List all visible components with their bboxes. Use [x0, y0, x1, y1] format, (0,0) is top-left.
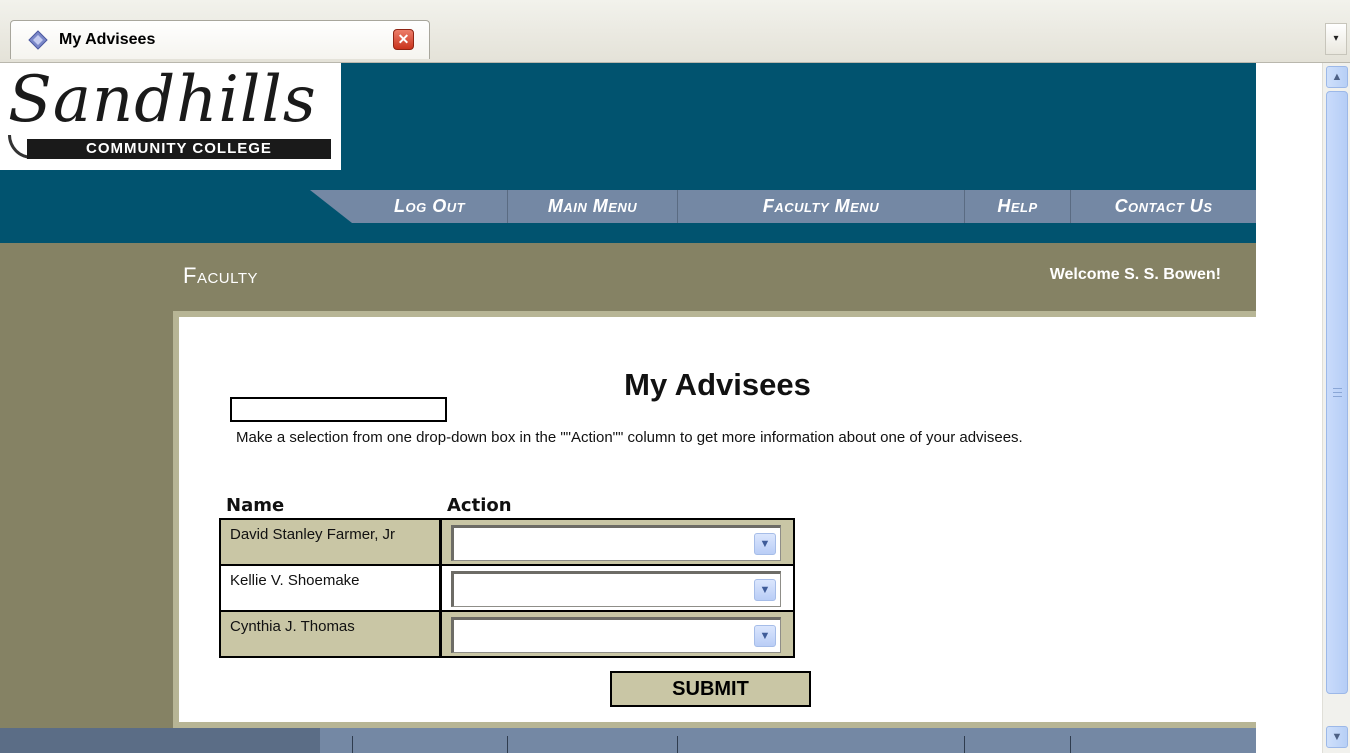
table-row: Kellie V. Shoemake ▼ [221, 566, 793, 612]
tab-list-chevron-icon[interactable]: ▾ [1325, 23, 1347, 55]
nav-log-out-link[interactable]: Log Out [352, 190, 507, 223]
footer-nav-left [0, 728, 320, 753]
welcome-message: Welcome S. S. Bowen! [1049, 266, 1221, 283]
advisee-name: Kellie V. Shoemake [221, 566, 442, 610]
column-header-action: Action [447, 495, 512, 516]
advisee-name: David Stanley Farmer, Jr [221, 520, 442, 564]
footer-divider [964, 736, 965, 753]
logo-script-text: Sandhills [8, 63, 317, 137]
redacted-box [230, 397, 447, 422]
nav-faculty-menu-link[interactable]: Faculty Menu [677, 190, 964, 223]
tab-title: My Advisees [59, 31, 156, 48]
footer-divider [1070, 736, 1071, 753]
advisees-table: David Stanley Farmer, Jr ▼ Kellie V. Sho… [219, 518, 795, 658]
footer-divider [507, 736, 508, 753]
content-panel: My Advisees Make a selection from one dr… [173, 311, 1256, 728]
action-select[interactable]: ▼ [451, 617, 781, 653]
nav-contact-us-link[interactable]: Contact Us [1070, 190, 1256, 223]
browser-tab[interactable]: My Advisees ✕ [10, 20, 430, 59]
footer-divider [352, 736, 353, 753]
college-logo[interactable]: Sandhills COMMUNITY COLLEGE [0, 63, 341, 170]
diamond-page-icon [28, 30, 48, 50]
advisee-name: Cynthia J. Thomas [221, 612, 442, 656]
action-select[interactable]: ▼ [451, 525, 781, 561]
table-row: Cynthia J. Thomas ▼ [221, 612, 793, 656]
close-tab-icon[interactable]: ✕ [393, 29, 414, 50]
tab-strip: My Advisees ✕ ▾ [0, 0, 1350, 63]
chevron-down-icon[interactable]: ▼ [754, 625, 776, 647]
action-cell: ▼ [442, 566, 793, 610]
action-select[interactable]: ▼ [451, 571, 781, 607]
table-row: David Stanley Farmer, Jr ▼ [221, 520, 793, 566]
logo-subtitle: COMMUNITY COLLEGE [27, 139, 331, 159]
browser-window: My Advisees ✕ ▾ Sandhills COMMUNITY COLL… [0, 0, 1350, 753]
nav-help-link[interactable]: Help [964, 190, 1070, 223]
scroll-down-icon[interactable]: ▼ [1326, 726, 1348, 748]
chevron-down-icon[interactable]: ▼ [754, 533, 776, 555]
section-title: Faculty [183, 263, 259, 288]
footer-divider [677, 736, 678, 753]
submit-button[interactable]: SUBMIT [610, 671, 811, 707]
action-cell: ▼ [442, 612, 793, 656]
instructions-text: Make a selection from one drop-down box … [236, 429, 1023, 446]
nav-main-menu-link[interactable]: Main Menu [507, 190, 677, 223]
scroll-up-icon[interactable]: ▲ [1326, 66, 1348, 88]
grip-icon [1333, 388, 1342, 397]
column-header-name: Name [226, 495, 285, 516]
action-cell: ▼ [442, 520, 793, 564]
nav-bar-slant [310, 190, 352, 223]
scrollbar-thumb[interactable] [1326, 91, 1348, 694]
chevron-down-icon[interactable]: ▼ [754, 579, 776, 601]
vertical-scrollbar[interactable]: ▲ ▼ [1322, 63, 1350, 753]
